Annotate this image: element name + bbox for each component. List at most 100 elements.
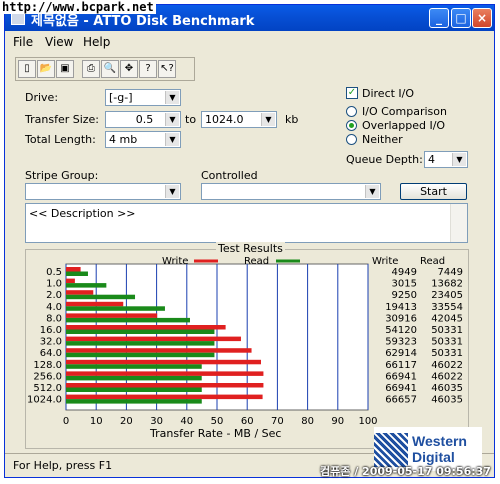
chevron-down-icon[interactable]: ▼ <box>165 133 179 146</box>
context-help-icon[interactable]: ↖? <box>158 60 176 78</box>
stripe-group-select[interactable]: ▼ <box>25 183 181 200</box>
y-tick-label: 4.0 <box>46 302 62 313</box>
write-value: 62914 <box>385 348 417 359</box>
open-icon[interactable]: 📂 <box>37 60 55 78</box>
read-value: 46022 <box>431 360 463 371</box>
queue-depth-label: Queue Depth: <box>346 153 423 166</box>
write-bar <box>66 383 264 388</box>
write-value: 54120 <box>385 325 417 336</box>
menu-view[interactable]: View <box>45 35 73 49</box>
y-tick-label: 512.0 <box>33 383 62 394</box>
new-icon[interactable]: ▯ <box>18 60 36 78</box>
chevron-down-icon[interactable]: ▼ <box>165 91 179 104</box>
chevron-down-icon[interactable]: ▼ <box>165 185 179 198</box>
y-tick-label: 64.0 <box>40 348 62 359</box>
read-bar <box>66 271 88 276</box>
description-field[interactable]: << Description >> <box>25 203 468 243</box>
description-scrollbar[interactable] <box>450 204 467 242</box>
y-tick-label: 2.0 <box>46 290 62 301</box>
read-value: 23405 <box>431 290 463 301</box>
start-button[interactable]: Start <box>400 183 467 200</box>
y-tick-label: 256.0 <box>33 371 62 382</box>
write-bar <box>66 325 226 330</box>
y-tick-label: 0.5 <box>46 267 62 278</box>
write-value: 3015 <box>392 279 417 290</box>
write-value: 66941 <box>385 383 417 394</box>
date-stamp: 컴퓨존 / 2009-05-17 09:56:37 <box>320 465 491 478</box>
chevron-down-icon[interactable]: ▼ <box>261 113 275 126</box>
chevron-down-icon[interactable]: ▼ <box>165 113 179 126</box>
io-comparison-radio[interactable] <box>346 106 357 117</box>
chevron-down-icon[interactable]: ▼ <box>452 153 466 166</box>
read-legend-label: Read <box>244 256 269 267</box>
brand-line-1: Western <box>412 433 467 449</box>
write-value: 59323 <box>385 337 417 348</box>
write-bar <box>66 290 94 295</box>
print-icon[interactable]: ⎙ <box>82 60 100 78</box>
transfer-size-from-select[interactable]: 0.5 ▼ <box>105 111 181 128</box>
to-label: to <box>185 113 197 126</box>
y-tick-label: 8.0 <box>46 313 62 324</box>
x-tick-label: 10 <box>90 416 103 427</box>
direct-io-label: Direct I/O <box>362 87 415 100</box>
neither-radio[interactable] <box>346 134 357 145</box>
write-legend-label: Write <box>162 256 188 267</box>
description-text: << Description >> <box>29 207 136 220</box>
write-value: 4949 <box>392 267 417 278</box>
total-length-select[interactable]: 4 mb ▼ <box>105 131 181 148</box>
maximize-button[interactable]: □ <box>451 8 471 28</box>
overlapped-io-radio[interactable] <box>346 120 357 131</box>
y-tick-label: 32.0 <box>40 337 62 348</box>
read-bar <box>66 329 215 334</box>
close-button[interactable]: × <box>472 8 492 28</box>
menu-file[interactable]: File <box>13 35 33 49</box>
x-tick-label: 70 <box>271 416 284 427</box>
x-tick-label: 90 <box>331 416 344 427</box>
read-bar <box>66 306 165 311</box>
read-bar <box>66 352 215 358</box>
move-icon[interactable]: ✥ <box>120 60 138 78</box>
read-bar <box>66 283 107 288</box>
read-bar <box>66 294 136 300</box>
unit-label: kb <box>285 113 299 126</box>
controlled-select[interactable]: ▼ <box>201 183 381 200</box>
menu-bar: File View Help <box>5 31 494 51</box>
x-tick-label: 80 <box>301 416 314 427</box>
write-value: 9250 <box>392 290 417 301</box>
x-axis-label: Transfer Rate - MB / Sec <box>149 427 281 440</box>
write-bar <box>66 301 124 307</box>
read-value: 50331 <box>431 325 463 336</box>
preview-icon[interactable]: 🔍 <box>101 60 119 78</box>
save-icon[interactable]: ▣ <box>56 60 74 78</box>
read-value: 46035 <box>431 383 463 394</box>
chevron-down-icon[interactable]: ▼ <box>365 185 379 198</box>
write-bar <box>66 278 75 284</box>
test-results-panel: Test Results Write Read Write Read Trans… <box>25 242 469 449</box>
write-header: Write <box>372 256 398 267</box>
x-tick-label: 40 <box>180 416 193 427</box>
drive-select[interactable]: [-g-] ▼ <box>105 89 181 106</box>
io-comparison-label: I/O Comparison <box>362 105 447 118</box>
read-header: Read <box>420 256 445 267</box>
write-bar <box>66 313 158 318</box>
menu-help[interactable]: Help <box>83 35 110 49</box>
direct-io-checkbox[interactable]: ✓ <box>346 87 358 99</box>
write-bar <box>66 336 241 342</box>
controlled-label: Controlled <box>201 169 258 182</box>
drive-label: Drive: <box>25 91 59 104</box>
x-tick-label: 50 <box>211 416 224 427</box>
read-value: 42045 <box>431 313 463 324</box>
help-icon[interactable]: ? <box>139 60 157 78</box>
stripe-group-label: Stripe Group: <box>25 169 99 182</box>
read-bar <box>66 364 202 369</box>
read-bar <box>66 375 202 381</box>
x-tick-label: 60 <box>241 416 254 427</box>
read-value: 46022 <box>431 371 463 382</box>
write-value: 66941 <box>385 371 417 382</box>
toolbar: ▯ 📂 ▣ ⎙ 🔍 ✥ ? ↖? <box>15 57 195 81</box>
transfer-size-to-select[interactable]: 1024.0 ▼ <box>201 111 277 128</box>
write-bar <box>66 267 81 272</box>
watermark-url: http://www.bcpark.net <box>0 0 156 14</box>
queue-depth-select[interactable]: 4 ▼ <box>424 151 468 168</box>
minimize-button[interactable]: _ <box>429 8 449 28</box>
